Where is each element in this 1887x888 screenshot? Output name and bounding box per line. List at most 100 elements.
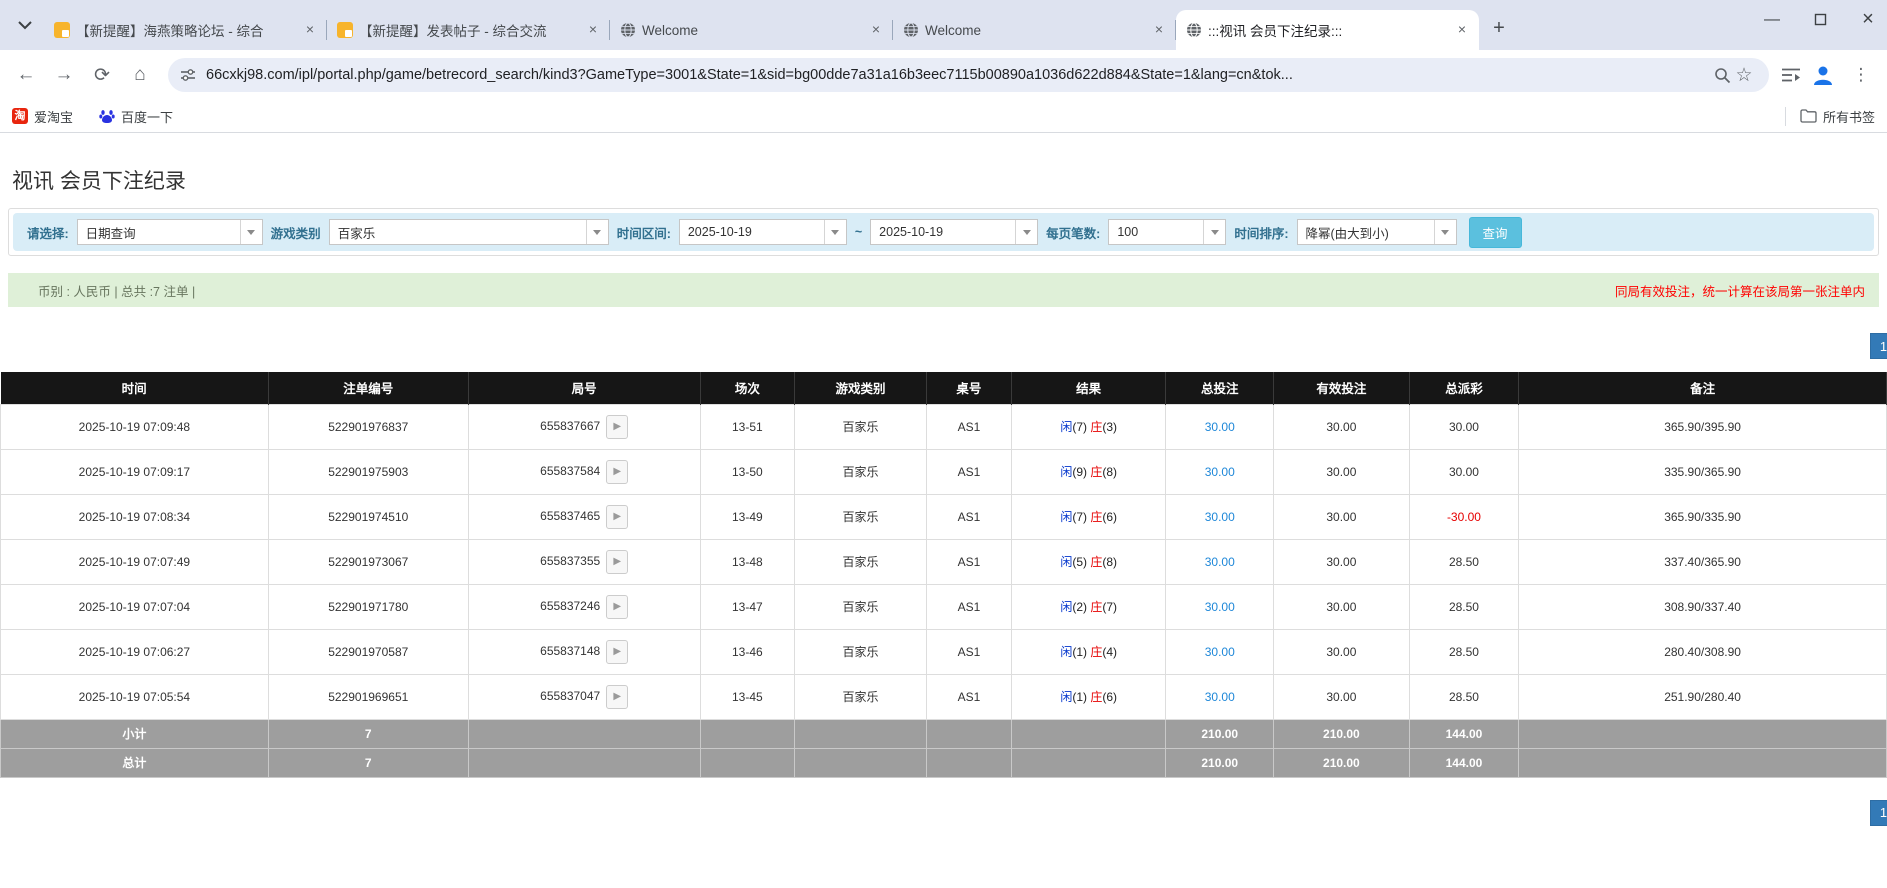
- cell-bet_id: 522901971780: [268, 584, 468, 629]
- video-replay-icon[interactable]: ▶: [606, 550, 628, 574]
- forum-favicon: [337, 22, 353, 38]
- tab-title: Welcome: [925, 23, 1144, 38]
- cell-result: 闲(9) 庄(8): [1011, 449, 1166, 494]
- cell-total_bet[interactable]: 30.00: [1166, 449, 1274, 494]
- game-type-select[interactable]: 百家乐: [329, 219, 609, 245]
- footer-cell-total_bet: 210.00: [1166, 719, 1274, 748]
- all-bookmarks-button[interactable]: 所有书签: [1785, 107, 1875, 126]
- video-replay-icon[interactable]: ▶: [606, 460, 628, 484]
- summary-info-bar: 币别 : 人民币 | 总共 :7 注单 | 同局有效投注，统一计算在该局第一张注…: [8, 273, 1879, 307]
- forward-icon[interactable]: →: [48, 59, 80, 91]
- tab-close-icon[interactable]: ×: [1150, 21, 1168, 39]
- column-header-total_bet: 总投注: [1166, 372, 1274, 404]
- cell-result: 闲(1) 庄(4): [1011, 629, 1166, 674]
- cell-total_bet[interactable]: 30.00: [1166, 539, 1274, 584]
- video-replay-icon[interactable]: ▶: [606, 505, 628, 529]
- video-replay-icon[interactable]: ▶: [606, 685, 628, 709]
- bookmark-baidu[interactable]: 百度一下: [99, 107, 173, 126]
- cell-result: 闲(2) 庄(7): [1011, 584, 1166, 629]
- tab-bet-record-active[interactable]: :::视讯 会员下注纪录::: ×: [1176, 10, 1479, 50]
- cell-total_bet[interactable]: 30.00: [1166, 494, 1274, 539]
- tab-title: :::视讯 会员下注纪录:::: [1208, 20, 1447, 40]
- cell-round_id: 655837246▶: [468, 584, 700, 629]
- zoom-icon[interactable]: [1714, 67, 1731, 84]
- cell-remark: 365.90/335.90: [1519, 494, 1887, 539]
- footer-cell-session: [700, 748, 794, 777]
- window-minimize-button[interactable]: —: [1761, 11, 1783, 29]
- video-replay-icon[interactable]: ▶: [606, 415, 628, 439]
- table-row: 2025-10-19 07:07:04522901971780655837246…: [1, 584, 1887, 629]
- cell-round_id: 655837047▶: [468, 674, 700, 719]
- address-bar[interactable]: 66cxkj98.com/ipl/portal.php/game/betreco…: [168, 58, 1769, 92]
- footer-cell-remark: [1519, 748, 1887, 777]
- chevron-down-icon[interactable]: [1015, 220, 1037, 244]
- cell-total_bet[interactable]: 30.00: [1166, 674, 1274, 719]
- date-range-label: 时间区间:: [617, 223, 671, 242]
- media-controls-icon[interactable]: [1781, 67, 1801, 83]
- cell-time: 2025-10-19 07:08:34: [1, 494, 269, 539]
- chevron-down-icon[interactable]: [586, 220, 608, 244]
- cell-remark: 308.90/337.40: [1519, 584, 1887, 629]
- browser-tab-bar: 【新提醒】海燕策略论坛 - 综合 × 【新提醒】发表帖子 - 综合交流 × We…: [0, 0, 1887, 50]
- reload-icon[interactable]: ⟳: [86, 59, 118, 91]
- tab-welcome-1[interactable]: Welcome ×: [610, 10, 893, 50]
- back-icon[interactable]: ←: [10, 59, 42, 91]
- cell-time: 2025-10-19 07:05:54: [1, 674, 269, 719]
- bookmark-star-icon[interactable]: ☆: [1731, 62, 1757, 88]
- tab-welcome-2[interactable]: Welcome ×: [893, 10, 1176, 50]
- page-1-button[interactable]: 1: [1870, 800, 1887, 826]
- cell-bet_id: 522901975903: [268, 449, 468, 494]
- chevron-down-icon[interactable]: [1203, 220, 1225, 244]
- tab-close-icon[interactable]: ×: [867, 21, 885, 39]
- baidu-paw-icon: [99, 108, 115, 124]
- query-type-select[interactable]: 日期查询: [77, 219, 263, 245]
- all-bookmarks-label: 所有书签: [1823, 107, 1875, 126]
- cell-payout: 28.50: [1409, 674, 1518, 719]
- tab-close-icon[interactable]: ×: [1453, 21, 1471, 39]
- date-to-input[interactable]: 2025-10-19: [870, 219, 1038, 245]
- date-from-input[interactable]: 2025-10-19: [679, 219, 847, 245]
- tab-forum-1[interactable]: 【新提醒】海燕策略论坛 - 综合 ×: [44, 10, 327, 50]
- page-size-select[interactable]: 100: [1108, 219, 1226, 245]
- tab-search-chevron[interactable]: [8, 8, 42, 42]
- browser-menu-icon[interactable]: ⋮: [1845, 59, 1877, 91]
- table-row: 2025-10-19 07:07:49522901973067655837355…: [1, 539, 1887, 584]
- home-icon[interactable]: ⌂: [124, 59, 156, 91]
- video-replay-icon[interactable]: ▶: [606, 640, 628, 664]
- url-text[interactable]: 66cxkj98.com/ipl/portal.php/game/betreco…: [206, 67, 1704, 83]
- tab-title: 【新提醒】海燕策略论坛 - 综合: [76, 20, 295, 40]
- page-1-button[interactable]: 1: [1870, 333, 1887, 359]
- cell-time: 2025-10-19 07:06:27: [1, 629, 269, 674]
- sort-select[interactable]: 降幂(由大到小): [1297, 219, 1457, 245]
- cell-total_bet[interactable]: 30.00: [1166, 404, 1274, 449]
- bookmark-taobao[interactable]: 淘 爱淘宝: [12, 107, 73, 126]
- search-button[interactable]: 查询: [1469, 217, 1522, 248]
- chevron-down-icon[interactable]: [824, 220, 846, 244]
- video-replay-icon[interactable]: ▶: [606, 595, 628, 619]
- table-row: 2025-10-19 07:05:54522901969651655837047…: [1, 674, 1887, 719]
- new-tab-button[interactable]: +: [1485, 14, 1513, 42]
- cell-total_bet[interactable]: 30.00: [1166, 584, 1274, 629]
- chevron-down-icon[interactable]: [1434, 220, 1456, 244]
- site-settings-icon[interactable]: [180, 67, 196, 83]
- cell-bet_id: 522901969651: [268, 674, 468, 719]
- filter-bar: 请选择: 日期查询 游戏类别 百家乐 时间区间: 2025-10-19 ~ 20…: [13, 213, 1874, 251]
- cell-table_no: AS1: [926, 539, 1011, 584]
- column-header-game: 游戏类别: [794, 372, 926, 404]
- tab-forum-2[interactable]: 【新提醒】发表帖子 - 综合交流 ×: [327, 10, 610, 50]
- footer-cell-result: [1011, 719, 1166, 748]
- forum-favicon: [54, 22, 70, 38]
- profile-avatar-icon[interactable]: [1811, 63, 1835, 87]
- cell-game: 百家乐: [794, 449, 926, 494]
- tab-title: Welcome: [642, 23, 861, 38]
- cell-total_bet[interactable]: 30.00: [1166, 629, 1274, 674]
- window-close-button[interactable]: ×: [1857, 8, 1879, 31]
- cell-result: 闲(7) 庄(3): [1011, 404, 1166, 449]
- tab-close-icon[interactable]: ×: [301, 21, 319, 39]
- cell-session: 13-46: [700, 629, 794, 674]
- cell-table_no: AS1: [926, 449, 1011, 494]
- column-header-round_id: 局号: [468, 372, 700, 404]
- window-maximize-button[interactable]: [1809, 13, 1831, 26]
- chevron-down-icon[interactable]: [240, 220, 262, 244]
- tab-close-icon[interactable]: ×: [584, 21, 602, 39]
